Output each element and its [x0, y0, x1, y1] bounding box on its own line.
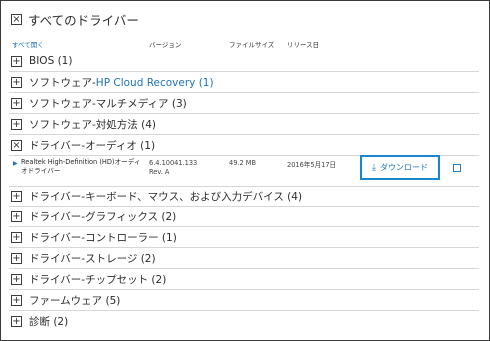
category-row-driver-storage[interactable]: + ドライバー-ストレージ (2)	[9, 248, 479, 269]
category-row-bios[interactable]: + BIOS (1)	[9, 51, 479, 72]
file-size-column-header: ファイルサイズ	[229, 41, 275, 49]
expand-icon[interactable]: +	[11, 76, 22, 88]
expand-all-link[interactable]: すべて開く	[12, 39, 44, 49]
category-label: ドライバー-ストレージ (2)	[29, 252, 156, 265]
category-row-diagnostics[interactable]: + 診断 (2)	[9, 311, 479, 331]
download-button[interactable]: ⤓ ダウンロード	[360, 155, 440, 180]
category-label-highlight: HP Cloud Recovery (1)	[95, 76, 214, 89]
collapse-icon[interactable]: ×	[11, 139, 22, 151]
drivers-panel: × すべてのドライバー すべて開く バージョン ファイルサイズ リリース日 + …	[0, 0, 490, 341]
category-row-firmware[interactable]: + ファームウェア (5)	[9, 290, 479, 311]
category-label: ドライバー-コントローラー (1)	[29, 231, 177, 244]
expand-icon[interactable]: +	[11, 315, 22, 327]
collapse-all-icon[interactable]: ×	[11, 13, 22, 25]
category-label: 診断 (2)	[29, 315, 69, 328]
category-label: ソフトウェア-マルチメディア (3)	[29, 97, 187, 110]
category-label: ソフトウェア-	[29, 76, 96, 89]
expand-icon[interactable]: +	[11, 190, 22, 202]
category-row-driver-controller[interactable]: + ドライバー-コントローラー (1)	[9, 227, 479, 248]
driver-name[interactable]: Realtek High-Definition (HD)オーディオドライバー	[21, 158, 146, 176]
driver-entry: ▶ Realtek High-Definition (HD)オーディオドライバー…	[9, 155, 479, 187]
version-column-header: バージョン	[149, 41, 182, 49]
category-label: BIOS (1)	[29, 55, 73, 67]
category-row-software-multimedia[interactable]: + ソフトウェア-マルチメディア (3)	[9, 93, 479, 114]
expand-icon[interactable]: +	[11, 118, 22, 130]
column-header-bar: すべて開く バージョン ファイルサイズ リリース日	[1, 37, 489, 51]
all-drivers-title: すべてのドライバー	[28, 12, 139, 28]
select-checkbox[interactable]	[453, 164, 461, 172]
category-label: ドライバー-チップセット (2)	[29, 273, 167, 286]
category-row-driver-chipset[interactable]: + ドライバー-チップセット (2)	[9, 269, 479, 290]
release-date-column-header: リリース日	[287, 41, 320, 49]
category-label: ドライバー-オーディオ (1)	[29, 139, 156, 152]
category-label: ドライバー-キーボード、マウス、および入力デバイス (4)	[29, 190, 303, 203]
driver-version: 6.4.10041.133 Rev. A	[149, 159, 198, 176]
details-expand-icon[interactable]: ▶	[13, 160, 18, 167]
expand-icon[interactable]: +	[11, 273, 22, 285]
expand-icon[interactable]: +	[11, 294, 22, 306]
driver-release-date: 2016年5月17日	[287, 161, 337, 169]
category-label: ファームウェア (5)	[29, 294, 121, 307]
category-row-software-hp-cloud-recovery[interactable]: + ソフトウェア-HP Cloud Recovery (1)	[9, 72, 479, 93]
all-drivers-header[interactable]: × すべてのドライバー	[11, 11, 139, 28]
category-row-software-solutions[interactable]: + ソフトウェア-対処方法 (4)	[9, 114, 479, 135]
category-label: ドライバー-グラフィックス (2)	[29, 210, 177, 223]
driver-file-size: 49.2 MB	[229, 159, 256, 167]
expand-icon[interactable]: +	[11, 231, 22, 243]
expand-icon[interactable]: +	[11, 210, 22, 222]
expand-icon[interactable]: +	[11, 55, 22, 67]
category-row-driver-keyboard-mouse-input[interactable]: + ドライバー-キーボード、マウス、および入力デバイス (4)	[9, 186, 479, 207]
expand-icon[interactable]: +	[11, 97, 22, 109]
download-icon: ⤓	[372, 162, 376, 173]
download-label: ダウンロード	[379, 163, 428, 172]
category-row-driver-graphics[interactable]: + ドライバー-グラフィックス (2)	[9, 206, 479, 227]
expand-icon[interactable]: +	[11, 252, 22, 264]
category-row-driver-audio[interactable]: × ドライバー-オーディオ (1)	[9, 135, 479, 156]
category-label: ソフトウェア-対処方法 (4)	[29, 118, 156, 131]
